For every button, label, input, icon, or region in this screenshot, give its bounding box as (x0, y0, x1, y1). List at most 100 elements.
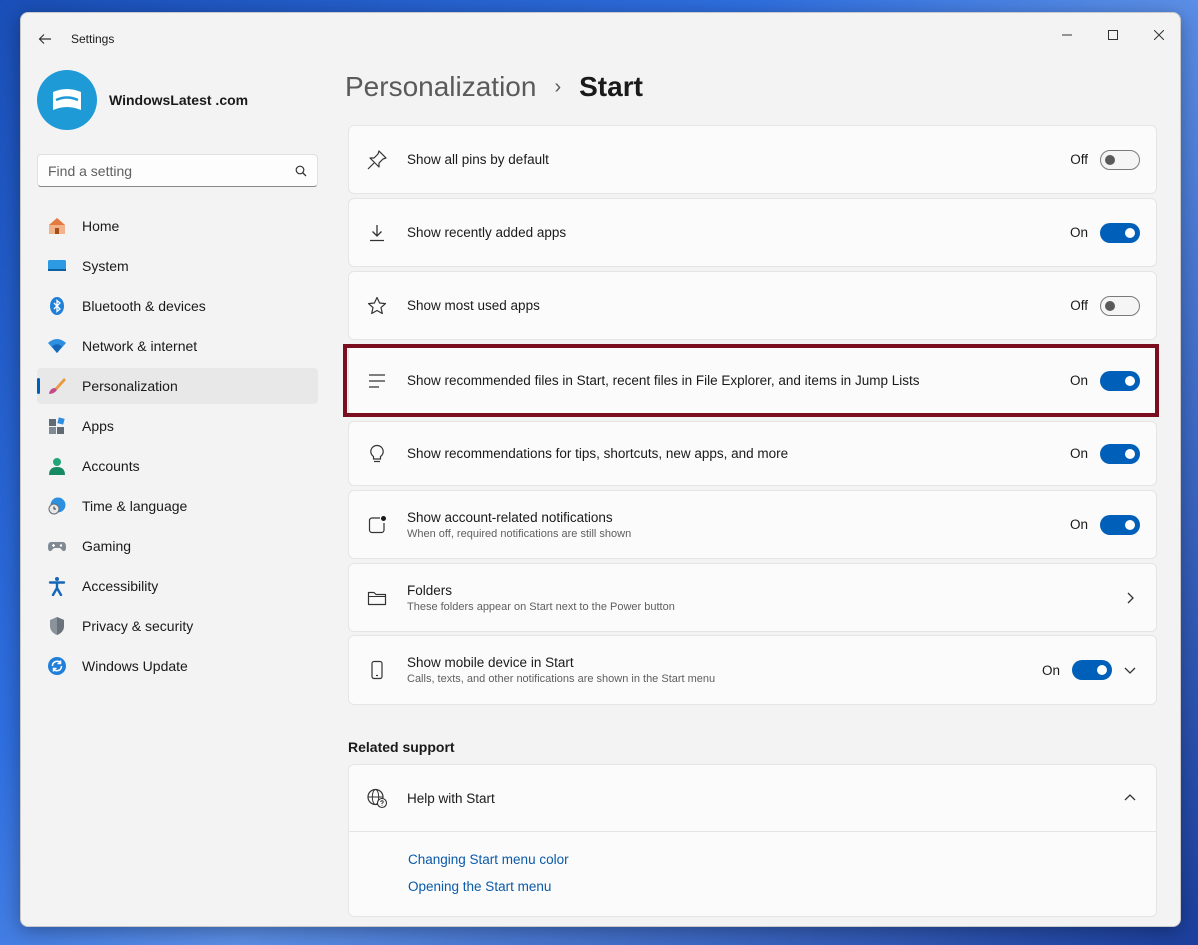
recommended-files-toggle[interactable] (1100, 370, 1140, 391)
sidebar-item-gaming[interactable]: Gaming (37, 528, 318, 564)
setting-description: Calls, texts, and other notifications ar… (407, 673, 716, 685)
help-links: Changing Start menu color Opening the St… (349, 832, 1156, 894)
bluetooth-icon (47, 296, 67, 316)
toggle-state-label: On (1069, 373, 1088, 388)
breadcrumb-parent[interactable]: Personalization (345, 71, 536, 103)
breadcrumb: Personalization › Start (345, 71, 643, 103)
profile: WindowsLatest .com (37, 70, 248, 130)
sidebar-item-time-language[interactable]: Time & language (37, 488, 318, 524)
chevron-up-icon[interactable] (1122, 790, 1138, 806)
sidebar-item-accessibility[interactable]: Accessibility (37, 568, 318, 604)
setting-description: These folders appear on Start next to th… (407, 600, 675, 613)
setting-recommended-files[interactable]: Show recommended files in Start, recent … (348, 344, 1157, 417)
most-used-toggle[interactable] (1100, 295, 1140, 316)
gamepad-icon (47, 536, 67, 556)
sidebar-item-label: System (82, 258, 129, 274)
setting-recommendations-tips[interactable]: Show recommendations for tips, shortcuts… (348, 421, 1157, 486)
accessibility-icon (47, 576, 67, 596)
sidebar-item-personalization[interactable]: Personalization (37, 368, 318, 404)
pin-icon (365, 148, 389, 172)
help-with-start-header[interactable]: Help with Start (349, 765, 1156, 832)
title-bar: Settings (21, 13, 1180, 61)
download-icon (365, 221, 389, 245)
setting-title: Show recommended files in Start, recent … (407, 373, 920, 388)
app-title: Settings (71, 32, 115, 46)
sidebar-item-bluetooth[interactable]: Bluetooth & devices (37, 288, 318, 324)
sidebar-item-label: Home (82, 218, 120, 234)
setting-title: Show most used apps (407, 298, 540, 313)
sidebar-item-label: Apps (82, 418, 114, 434)
show-all-pins-toggle[interactable] (1100, 149, 1140, 170)
settings-window: Settings WindowsLatest .com H (20, 12, 1181, 927)
search-input[interactable] (48, 162, 295, 179)
sidebar-nav: Home System Bluetooth & devices Network … (37, 208, 318, 688)
setting-recently-added[interactable]: Show recently added apps On (348, 198, 1157, 267)
list-icon (365, 369, 389, 393)
setting-description: When off, required notifications are sti… (407, 527, 632, 540)
search-icon[interactable] (295, 165, 307, 177)
minimize-icon (1062, 34, 1072, 36)
back-button[interactable] (33, 27, 57, 51)
toggle-state-label: On (1069, 225, 1088, 240)
setting-most-used[interactable]: Show most used apps Off (348, 271, 1157, 340)
sidebar-item-windows-update[interactable]: Windows Update (37, 648, 318, 684)
apps-icon (47, 416, 67, 436)
setting-mobile-device[interactable]: Show mobile device in Start Calls, texts… (348, 635, 1157, 705)
shield-icon (47, 616, 67, 636)
sidebar-item-label: Windows Update (82, 658, 188, 674)
book-logo-icon (53, 89, 81, 110)
sidebar-item-accounts[interactable]: Accounts (37, 448, 318, 484)
lightbulb-icon (365, 442, 389, 466)
sidebar-item-label: Network & internet (82, 338, 198, 354)
sidebar-item-apps[interactable]: Apps (37, 408, 318, 444)
toggle-state-label: On (1069, 446, 1088, 461)
person-icon (47, 456, 67, 476)
star-icon (365, 294, 389, 318)
account-notifications-toggle[interactable] (1100, 514, 1140, 535)
help-link-start-menu-color[interactable]: Changing Start menu color (408, 852, 1156, 867)
sidebar-item-network[interactable]: Network & internet (37, 328, 318, 364)
recommendations-tips-toggle[interactable] (1100, 443, 1140, 464)
clock-globe-icon (47, 496, 67, 516)
site-logo (37, 70, 97, 130)
setting-title: Show account-related notifications (407, 509, 613, 525)
home-icon (47, 216, 67, 236)
page-title: Start (579, 71, 643, 102)
recently-added-toggle[interactable] (1100, 222, 1140, 243)
help-link-opening-start-menu[interactable]: Opening the Start menu (408, 879, 1156, 894)
setting-account-notifications[interactable]: Show account-related notifications When … (348, 490, 1157, 559)
setting-show-all-pins[interactable]: Show all pins by default Off (348, 125, 1157, 194)
sidebar-item-label: Privacy & security (82, 618, 194, 634)
related-support-heading: Related support (348, 739, 455, 755)
paintbrush-icon (47, 376, 67, 396)
sidebar-item-label: Accounts (82, 458, 140, 474)
maximize-button[interactable] (1090, 19, 1136, 51)
sidebar-item-label: Personalization (82, 378, 178, 394)
toggle-state-label: Off (1070, 298, 1088, 313)
sidebar-item-home[interactable]: Home (37, 208, 318, 244)
maximize-icon (1108, 30, 1118, 40)
chevron-right-icon[interactable] (1122, 590, 1138, 606)
help-card: Help with Start Changing Start menu colo… (348, 764, 1157, 917)
phone-icon (365, 658, 389, 682)
setting-folders[interactable]: Folders These folders appear on Start ne… (348, 563, 1157, 632)
sidebar-item-label: Bluetooth & devices (82, 298, 206, 314)
setting-title: Show recommendations for tips, shortcuts… (407, 446, 789, 461)
chevron-down-icon[interactable] (1122, 662, 1138, 678)
toggle-state-label: Off (1070, 152, 1088, 167)
close-button[interactable] (1136, 19, 1180, 51)
breadcrumb-separator: › (554, 75, 562, 98)
toggle-state-label: On (1069, 517, 1088, 532)
minimize-button[interactable] (1044, 19, 1090, 51)
sidebar-item-system[interactable]: System (37, 248, 318, 284)
search-box[interactable] (37, 154, 318, 187)
setting-title: Folders (407, 582, 453, 598)
mobile-device-toggle[interactable] (1072, 660, 1112, 680)
sidebar-item-privacy[interactable]: Privacy & security (37, 608, 318, 644)
setting-title: Show recently added apps (407, 225, 567, 240)
sidebar-item-label: Accessibility (82, 578, 159, 594)
notification-icon (365, 513, 389, 537)
update-icon (47, 656, 67, 676)
help-title: Help with Start (407, 790, 495, 806)
setting-title: Show all pins by default (407, 152, 549, 167)
